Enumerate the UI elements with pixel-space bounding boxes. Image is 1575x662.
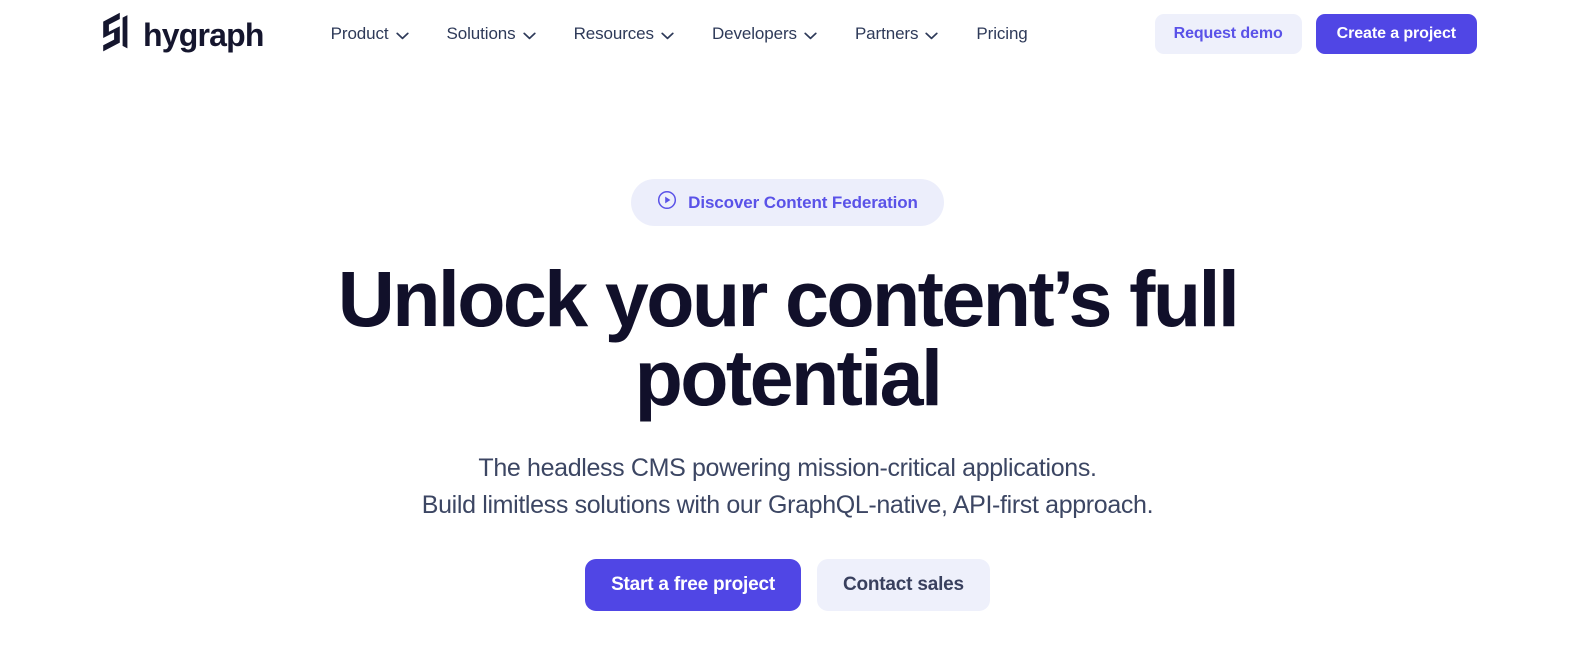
nav-item-label: Partners — [854, 24, 919, 43]
headline-line-1: Unlock your content’s full — [337, 254, 1240, 343]
request-demo-button[interactable]: Request demo — [1154, 14, 1302, 54]
nav-item-label: Pricing — [976, 24, 1028, 43]
nav-item-solutions[interactable]: Solutions — [428, 15, 555, 53]
nav-item-resources[interactable]: Resources — [555, 15, 693, 53]
nav-item-developers[interactable]: Developers — [693, 15, 836, 53]
primary-nav: Product Solutions Resources Developers P… — [312, 15, 1155, 53]
chevron-down-icon — [925, 25, 939, 45]
discover-content-federation-badge[interactable]: Discover Content Federation — [631, 179, 944, 226]
nav-item-label: Product — [330, 24, 389, 43]
start-a-free-project-button[interactable]: Start a free project — [585, 559, 801, 611]
contact-sales-button[interactable]: Contact sales — [816, 559, 990, 611]
header-actions: Request demo Create a project — [1154, 14, 1477, 54]
chevron-down-icon — [522, 25, 536, 45]
chevron-down-icon — [661, 25, 674, 45]
hero-subtitle: The headless CMS powering mission-critic… — [421, 450, 1154, 524]
nav-item-label: Developers — [711, 24, 797, 43]
subtitle-line-2: Build limitless solutions with our Graph… — [421, 491, 1154, 519]
hygraph-g-mark-icon — [98, 12, 132, 57]
create-a-project-button[interactable]: Create a project — [1315, 14, 1477, 54]
nav-item-label: Resources — [573, 24, 654, 43]
page-title: Unlock your content’s full potential — [338, 259, 1240, 417]
subtitle-line-1: The headless CMS powering mission-critic… — [478, 454, 1097, 482]
chevron-down-icon — [804, 25, 817, 45]
nav-item-label: Solutions — [446, 24, 516, 43]
nav-item-partners[interactable]: Partners — [836, 15, 957, 53]
nav-item-product[interactable]: Product — [312, 15, 428, 53]
site-header: hygraph Product Solutions Resources Deve… — [0, 0, 1575, 68]
nav-item-pricing[interactable]: Pricing — [957, 16, 1046, 52]
headline-line-2: potential — [634, 333, 943, 422]
badge-label: Discover Content Federation — [688, 192, 918, 212]
chevron-down-icon — [395, 25, 409, 45]
hero-section: Discover Content Federation Unlock your … — [0, 68, 1575, 611]
hero-cta-row: Start a free project Contact sales — [585, 559, 990, 611]
brand-logo[interactable]: hygraph — [98, 12, 264, 57]
play-circle-icon — [657, 190, 677, 215]
brand-wordmark: hygraph — [143, 17, 264, 53]
